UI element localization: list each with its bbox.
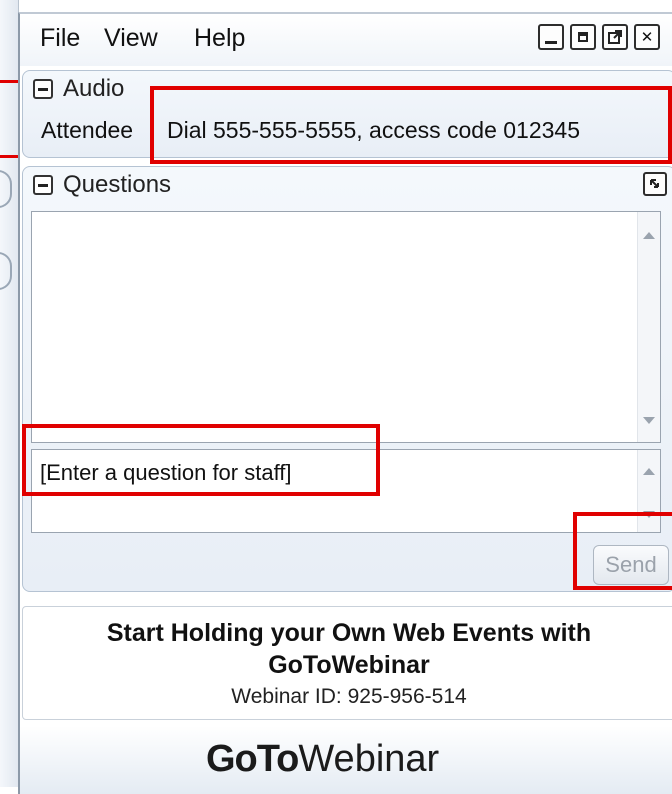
expand-icon[interactable] <box>643 172 667 196</box>
maximize-icon[interactable] <box>570 24 596 50</box>
control-panel: File View Help ✕ Audio Attendee Dial 555… <box>18 12 672 794</box>
scroll-down-icon[interactable] <box>643 417 655 424</box>
menu-help[interactable]: Help <box>194 24 245 53</box>
promo-line-2: GoToWebinar <box>268 651 430 679</box>
highlight-box <box>150 86 672 164</box>
minimize-icon[interactable] <box>538 24 564 50</box>
footer: GoToWebinar <box>20 726 672 794</box>
promo-line-1: Start Holding your Own Web Events with <box>106 619 592 647</box>
close-icon[interactable]: ✕ <box>634 24 660 50</box>
questions-title: Questions <box>63 171 172 198</box>
menu-file[interactable]: File <box>40 24 80 53</box>
menu-view[interactable]: View <box>104 24 158 53</box>
logo-light-text: Webinar <box>298 738 440 780</box>
menu-bar: File View Help ✕ <box>20 14 672 66</box>
logo-bold-text: GoTo <box>206 738 299 780</box>
scroll-up-icon[interactable] <box>643 232 655 239</box>
highlight-box <box>22 424 380 496</box>
side-tab-icon[interactable] <box>0 170 12 208</box>
audio-label: Attendee <box>41 117 134 143</box>
questions-collapse-icon[interactable] <box>33 175 53 195</box>
audio-title: Audio <box>63 75 125 102</box>
gotowebinar-logo: GoToWebinar <box>206 738 439 781</box>
audio-collapse-icon[interactable] <box>33 79 53 99</box>
side-tab-icon[interactable] <box>0 252 12 290</box>
webinar-id: Webinar ID: 925-956-514 <box>231 685 467 708</box>
scroll-up-icon[interactable] <box>643 468 655 475</box>
highlight-box <box>573 512 672 590</box>
questions-log-scrollbar[interactable] <box>637 212 660 442</box>
pop-out-icon[interactable] <box>602 24 628 50</box>
questions-log[interactable] <box>31 211 661 443</box>
promo-box: Start Holding your Own Web Events with G… <box>22 606 672 720</box>
